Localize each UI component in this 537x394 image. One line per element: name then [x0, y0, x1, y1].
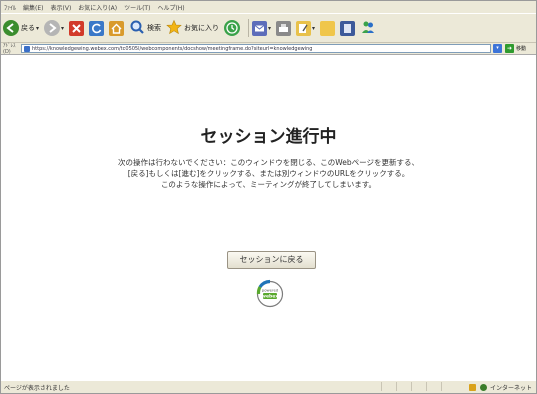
lock-icon	[468, 384, 476, 391]
print-icon	[276, 20, 292, 36]
messenger-button[interactable]	[360, 19, 376, 37]
url-field[interactable]: https://knowledgewing.webex.com/tc0505l/…	[21, 44, 491, 53]
go-label: 移動	[516, 46, 527, 52]
status-text: ページが表示されました	[4, 385, 70, 392]
forward-arrow-icon	[44, 20, 61, 36]
mail-icon	[252, 20, 268, 36]
address-bar: ｱﾄﾞﾚｽ(D) https://knowledgewing.webex.com…	[1, 43, 536, 55]
menu-help[interactable]: ヘルプ(H)	[157, 3, 184, 12]
home-button[interactable]	[109, 20, 125, 36]
search-icon	[129, 19, 145, 37]
page-content: セッション進行中 次の操作は行わないでください：このウィンドウを閉じる、このWe…	[1, 55, 536, 379]
back-label: 戻る	[21, 24, 35, 32]
browser-window: ﾌｧｲﾙ 編集(E) 表示(V) お気に入り(A) ツール(T) ヘルプ(H) …	[0, 0, 537, 394]
chevron-down-icon[interactable]: ▾	[493, 44, 502, 53]
favorites-button[interactable]: お気に入り	[166, 19, 219, 37]
toolbar: 戻る ▾ ▾ 検索 お気に入り ▾ ▾	[1, 13, 536, 43]
logo-text: webex	[262, 294, 278, 300]
return-to-session-button[interactable]: セッションに戻る	[227, 251, 316, 269]
go-button[interactable]: ➜ 移動	[505, 44, 526, 53]
menu-bar: ﾌｧｲﾙ 編集(E) 表示(V) お気に入り(A) ツール(T) ヘルプ(H)	[1, 1, 536, 13]
book-icon	[340, 20, 356, 36]
edit-button[interactable]: ▾	[296, 20, 315, 36]
back-button[interactable]: 戻る ▾	[3, 20, 39, 36]
search-button[interactable]: 検索	[129, 19, 161, 37]
page-title: セッション進行中	[200, 127, 337, 147]
status-panes	[381, 382, 456, 391]
address-label: ｱﾄﾞﾚｽ(D)	[3, 43, 16, 55]
edit-icon	[296, 20, 312, 36]
go-arrow-icon: ➜	[505, 44, 514, 53]
messenger-icon	[360, 19, 376, 37]
refresh-icon	[89, 20, 105, 36]
url-text: https://knowledgewing.webex.com/tc0505l/…	[32, 46, 313, 52]
menu-file[interactable]: ﾌｧｲﾙ	[4, 3, 16, 12]
message-line: このような操作によって、ミーティングが終了してしまいます。	[160, 180, 377, 189]
menu-view[interactable]: 表示(V)	[51, 3, 72, 12]
stop-button[interactable]	[69, 20, 85, 36]
history-icon	[224, 20, 241, 36]
menu-favorites[interactable]: お気に入り(A)	[78, 3, 117, 12]
chevron-down-icon[interactable]: ▾	[268, 25, 271, 32]
mail-button[interactable]: ▾	[252, 20, 271, 36]
home-icon	[109, 20, 125, 36]
toolbar-divider	[248, 19, 250, 37]
chevron-down-icon[interactable]: ▾	[61, 25, 64, 32]
history-button[interactable]	[224, 20, 241, 36]
research-button[interactable]	[340, 20, 356, 36]
message-line: 次の操作は行わないでください：このウィンドウを閉じる、このWebページを更新する…	[118, 158, 419, 167]
menu-edit[interactable]: 編集(E)	[23, 3, 43, 12]
webex-logo: powered webex	[255, 278, 285, 308]
logo-subtext: powered	[262, 288, 279, 293]
page-icon	[24, 46, 30, 52]
globe-icon	[479, 384, 487, 391]
warning-message: 次の操作は行わないでください：このウィンドウを閉じる、このWebページを更新する…	[1, 157, 536, 190]
security-zone[interactable]: インターネット	[468, 383, 532, 392]
chevron-down-icon[interactable]: ▾	[312, 25, 315, 32]
menu-tools[interactable]: ツール(T)	[124, 3, 150, 12]
forward-button[interactable]: ▾	[44, 20, 64, 36]
chevron-down-icon[interactable]: ▾	[36, 25, 39, 32]
refresh-button[interactable]	[89, 20, 105, 36]
zone-label: インターネット	[489, 385, 532, 392]
stop-icon	[69, 20, 85, 36]
favorites-label: お気に入り	[184, 24, 220, 32]
folder-button[interactable]	[320, 20, 336, 36]
star-icon	[166, 19, 182, 37]
folder-icon	[320, 20, 336, 36]
search-label: 検索	[147, 24, 162, 32]
message-line: [戻る]もしくは[進む]をクリックする、または別ウィンドウのURLをクリックする…	[127, 169, 410, 178]
print-button[interactable]	[276, 20, 292, 36]
status-bar: ページが表示されました インターネット	[1, 380, 536, 393]
back-arrow-icon	[3, 20, 19, 36]
